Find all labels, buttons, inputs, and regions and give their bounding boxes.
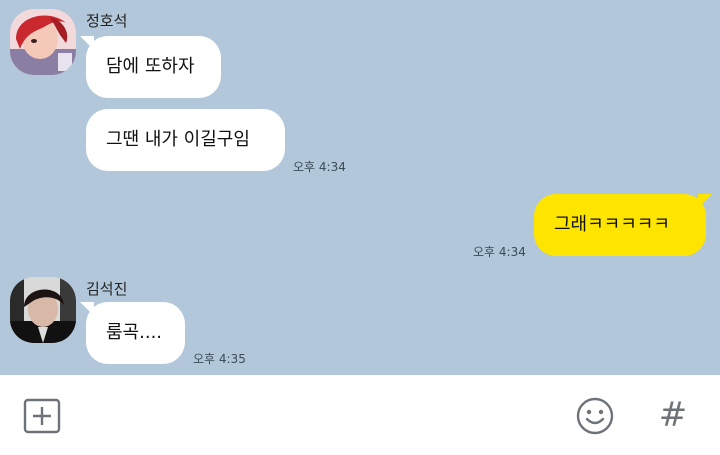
avatar-seokjin[interactable] [10, 277, 76, 343]
avatar-dark-hair-portrait-icon [10, 277, 76, 343]
add-attachment-button[interactable] [22, 398, 62, 434]
message-input-bar: # [0, 375, 720, 455]
message-timestamp: 오후 4:35 [193, 352, 246, 366]
sender-name-seokjin: 김석진 [86, 280, 128, 298]
emoji-button[interactable] [576, 397, 614, 435]
hashtag-icon[interactable]: # [655, 395, 691, 435]
avatar-hoseok[interactable] [10, 9, 76, 75]
bubble-tail [698, 194, 712, 208]
message-timestamp: 오후 4:34 [293, 160, 346, 174]
sender-name-hoseok: 정호석 [86, 12, 128, 30]
my-message-bubble[interactable]: 그래ㅋㅋㅋㅋㅋ [534, 194, 706, 256]
message-bubble[interactable]: 그땐 내가 이길구임 [86, 109, 285, 171]
message-bubble[interactable]: 담에 또하자 [86, 36, 221, 98]
avatar-red-hair-portrait-icon [10, 9, 76, 75]
chat-area: 정호석 담에 또하자 그땐 내가 이길구임 오후 4:34 오후 4:34 그래… [0, 0, 720, 375]
message-timestamp: 오후 4:34 [473, 245, 526, 259]
smiley-icon [576, 397, 614, 435]
plus-square-icon [23, 398, 61, 434]
message-bubble[interactable]: 룸곡.... [86, 302, 185, 364]
